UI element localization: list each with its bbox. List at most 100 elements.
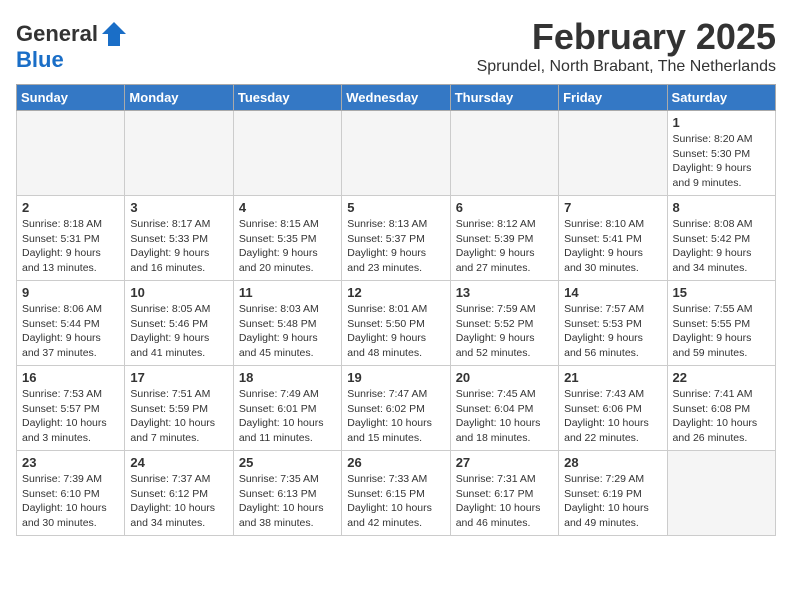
day-info: Sunrise: 7:35 AM Sunset: 6:13 PM Dayligh… [239,472,336,531]
calendar-week-row: 9 Sunrise: 8:06 AM Sunset: 5:44 PM Daylig… [17,281,776,366]
calendar-cell: 1 Sunrise: 8:20 AM Sunset: 5:30 PM Daylig… [667,111,775,196]
calendar-cell [233,111,341,196]
day-info: Sunrise: 7:49 AM Sunset: 6:01 PM Dayligh… [239,387,336,446]
weekday-header-row: SundayMondayTuesdayWednesdayThursdayFrid… [17,85,776,111]
calendar-week-row: 1 Sunrise: 8:20 AM Sunset: 5:30 PM Daylig… [17,111,776,196]
calendar-cell: 21Sunrise: 7:43 AM Sunset: 6:06 PM Dayli… [559,366,667,451]
day-info: Sunrise: 8:05 AM Sunset: 5:46 PM Dayligh… [130,302,227,361]
day-info: Sunrise: 7:39 AM Sunset: 6:10 PM Dayligh… [22,472,119,531]
day-number: 19 [347,370,444,385]
day-number: 2 [22,200,119,215]
calendar-cell: 23 Sunrise: 7:39 AM Sunset: 6:10 PM Dayli… [17,451,125,536]
calendar-cell [559,111,667,196]
day-number: 9 [22,285,119,300]
day-number: 27 [456,455,553,470]
calendar-cell: 22 Sunrise: 7:41 AM Sunset: 6:08 PM Dayli… [667,366,775,451]
calendar-cell: 17 Sunrise: 7:51 AM Sunset: 5:59 PM Dayli… [125,366,233,451]
calendar-cell: 19Sunrise: 7:47 AM Sunset: 6:02 PM Dayli… [342,366,450,451]
day-info: Sunrise: 8:13 AM Sunset: 5:37 PM Dayligh… [347,217,444,276]
calendar-week-row: 2 Sunrise: 8:18 AM Sunset: 5:31 PM Daylig… [17,196,776,281]
header: General Blue February 2025 Sprundel, Nor… [16,16,776,76]
day-info: Sunrise: 7:51 AM Sunset: 5:59 PM Dayligh… [130,387,227,446]
day-number: 26 [347,455,444,470]
logo-icon [100,20,128,48]
calendar-cell: 27Sunrise: 7:31 AM Sunset: 6:17 PM Dayli… [450,451,558,536]
day-number: 24 [130,455,227,470]
day-info: Sunrise: 7:59 AM Sunset: 5:52 PM Dayligh… [456,302,553,361]
day-number: 22 [673,370,770,385]
day-info: Sunrise: 7:55 AM Sunset: 5:55 PM Dayligh… [673,302,770,361]
calendar-cell [125,111,233,196]
weekday-header-sunday: Sunday [17,85,125,111]
calendar-cell: 26Sunrise: 7:33 AM Sunset: 6:15 PM Dayli… [342,451,450,536]
calendar-cell: 2 Sunrise: 8:18 AM Sunset: 5:31 PM Daylig… [17,196,125,281]
day-number: 18 [239,370,336,385]
weekday-header-friday: Friday [559,85,667,111]
day-number: 25 [239,455,336,470]
day-number: 23 [22,455,119,470]
location-title: Sprundel, North Brabant, The Netherlands [477,58,776,76]
weekday-header-wednesday: Wednesday [342,85,450,111]
calendar-week-row: 23 Sunrise: 7:39 AM Sunset: 6:10 PM Dayli… [17,451,776,536]
day-number: 11 [239,285,336,300]
day-number: 13 [456,285,553,300]
day-number: 14 [564,285,661,300]
day-number: 28 [564,455,661,470]
calendar-cell: 18 Sunrise: 7:49 AM Sunset: 6:01 PM Dayli… [233,366,341,451]
day-number: 17 [130,370,227,385]
calendar-cell: 10 Sunrise: 8:05 AM Sunset: 5:46 PM Dayli… [125,281,233,366]
day-info: Sunrise: 8:03 AM Sunset: 5:48 PM Dayligh… [239,302,336,361]
day-number: 3 [130,200,227,215]
calendar-cell: 24 Sunrise: 7:37 AM Sunset: 6:12 PM Dayli… [125,451,233,536]
calendar-cell: 15 Sunrise: 7:55 AM Sunset: 5:55 PM Dayli… [667,281,775,366]
calendar-cell: 25 Sunrise: 7:35 AM Sunset: 6:13 PM Dayli… [233,451,341,536]
day-info: Sunrise: 8:17 AM Sunset: 5:33 PM Dayligh… [130,217,227,276]
day-number: 15 [673,285,770,300]
month-title: February 2025 [477,16,776,58]
day-info: Sunrise: 8:08 AM Sunset: 5:42 PM Dayligh… [673,217,770,276]
day-info: Sunrise: 7:41 AM Sunset: 6:08 PM Dayligh… [673,387,770,446]
day-number: 5 [347,200,444,215]
day-number: 6 [456,200,553,215]
day-number: 10 [130,285,227,300]
calendar-cell: 20 Sunrise: 7:45 AM Sunset: 6:04 PM Dayli… [450,366,558,451]
day-info: Sunrise: 8:20 AM Sunset: 5:30 PM Dayligh… [673,132,770,191]
calendar-cell: 16 Sunrise: 7:53 AM Sunset: 5:57 PM Dayli… [17,366,125,451]
day-info: Sunrise: 8:12 AM Sunset: 5:39 PM Dayligh… [456,217,553,276]
day-info: Sunrise: 8:06 AM Sunset: 5:44 PM Dayligh… [22,302,119,361]
day-number: 4 [239,200,336,215]
logo-text: General [16,22,98,46]
logo-text-blue: Blue [16,48,128,72]
calendar-cell: 13 Sunrise: 7:59 AM Sunset: 5:52 PM Dayli… [450,281,558,366]
calendar-cell: 12 Sunrise: 8:01 AM Sunset: 5:50 PM Dayli… [342,281,450,366]
calendar-cell: 6 Sunrise: 8:12 AM Sunset: 5:39 PM Daylig… [450,196,558,281]
day-info: Sunrise: 7:53 AM Sunset: 5:57 PM Dayligh… [22,387,119,446]
day-info: Sunrise: 8:15 AM Sunset: 5:35 PM Dayligh… [239,217,336,276]
day-info: Sunrise: 7:45 AM Sunset: 6:04 PM Dayligh… [456,387,553,446]
calendar-cell: 5 Sunrise: 8:13 AM Sunset: 5:37 PM Daylig… [342,196,450,281]
calendar-cell: 3 Sunrise: 8:17 AM Sunset: 5:33 PM Daylig… [125,196,233,281]
day-number: 16 [22,370,119,385]
weekday-header-tuesday: Tuesday [233,85,341,111]
day-info: Sunrise: 7:43 AM Sunset: 6:06 PM Dayligh… [564,387,661,446]
day-number: 7 [564,200,661,215]
calendar-cell: 14 Sunrise: 7:57 AM Sunset: 5:53 PM Dayli… [559,281,667,366]
calendar-cell: 28Sunrise: 7:29 AM Sunset: 6:19 PM Dayli… [559,451,667,536]
day-number: 20 [456,370,553,385]
calendar-cell [17,111,125,196]
weekday-header-thursday: Thursday [450,85,558,111]
calendar-cell [667,451,775,536]
day-info: Sunrise: 8:18 AM Sunset: 5:31 PM Dayligh… [22,217,119,276]
calendar-cell: 4 Sunrise: 8:15 AM Sunset: 5:35 PM Daylig… [233,196,341,281]
day-info: Sunrise: 8:01 AM Sunset: 5:50 PM Dayligh… [347,302,444,361]
day-number: 1 [673,115,770,130]
day-info: Sunrise: 7:37 AM Sunset: 6:12 PM Dayligh… [130,472,227,531]
day-number: 12 [347,285,444,300]
calendar-cell: 11 Sunrise: 8:03 AM Sunset: 5:48 PM Dayli… [233,281,341,366]
calendar-cell [342,111,450,196]
calendar-cell: 8Sunrise: 8:08 AM Sunset: 5:42 PM Daylig… [667,196,775,281]
day-info: Sunrise: 7:57 AM Sunset: 5:53 PM Dayligh… [564,302,661,361]
calendar-cell: 9 Sunrise: 8:06 AM Sunset: 5:44 PM Daylig… [17,281,125,366]
logo: General Blue [16,20,128,72]
calendar-cell: 7Sunrise: 8:10 AM Sunset: 5:41 PM Daylig… [559,196,667,281]
